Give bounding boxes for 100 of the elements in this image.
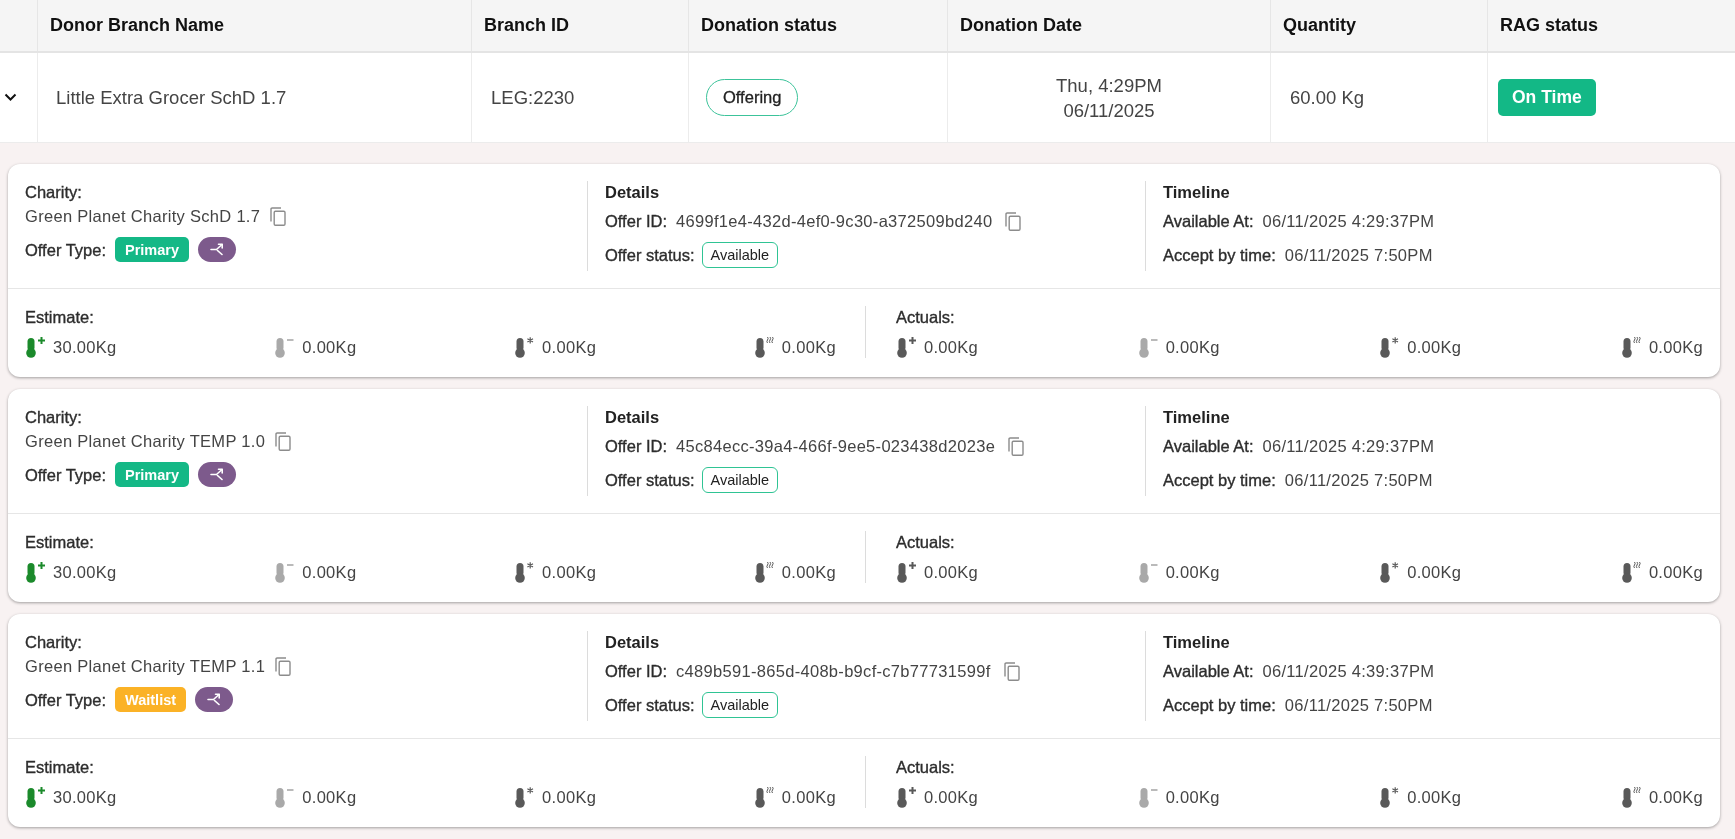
accept-by-value: 06/11/2025 7:50PM <box>1284 695 1433 716</box>
section-title: Timeline <box>1163 632 1230 653</box>
weight-value: 0.00Kg <box>781 562 836 583</box>
offer-id-value: 4699f1e4-432d-4ef0-9c30-a372509bd240 <box>676 211 993 232</box>
weight-value: 0.00Kg <box>1407 337 1462 358</box>
field-label: Available At: <box>1163 436 1254 457</box>
accept-by-value: 06/11/2025 7:50PM <box>1284 245 1433 266</box>
charity-name: Green Planet Charity TEMP 1.0 <box>25 431 266 452</box>
weight-value: 0.00Kg <box>542 337 597 358</box>
copy-button[interactable] <box>1003 661 1020 681</box>
table-cell: LEG:2230 <box>471 53 688 142</box>
section-title: Details <box>605 632 660 653</box>
copy-icon <box>275 656 292 676</box>
column-header: Donor Branch Name <box>37 0 471 51</box>
copy-button[interactable] <box>275 431 292 451</box>
offer-status-badge: Available <box>701 242 779 268</box>
chevron-down-icon[interactable] <box>4 93 17 102</box>
section-label: Actuals: <box>896 307 955 328</box>
donation-date-text: 06/11/2025 <box>1063 98 1155 123</box>
charity-name: Green Planet Charity TEMP 1.1 <box>25 656 266 677</box>
field-label: Offer Type: <box>25 239 107 261</box>
offer-id-value: 45c84ecc-39a4-466f-9ee5-023438d2023e <box>676 436 996 457</box>
table-cell: 60.00 Kg <box>1270 53 1487 142</box>
offer-type-badge: Waitlist <box>115 687 187 712</box>
field-label: Accept by time: <box>1163 695 1276 716</box>
copy-icon <box>275 431 292 451</box>
field-label: Offer status: <box>605 245 695 266</box>
section-label: Estimate: <box>25 757 94 778</box>
split-button[interactable] <box>198 237 237 262</box>
split-button[interactable] <box>198 462 237 487</box>
field-label: Available At: <box>1163 661 1254 682</box>
field-label: Offer ID: <box>605 436 668 457</box>
fork-arrow-icon <box>209 468 225 481</box>
column-header: Donation Date <box>947 0 1270 51</box>
charity-name: Green Planet Charity SchD 1.7 <box>25 206 261 227</box>
available-at-value: 06/11/2025 4:29:37PM <box>1262 211 1435 232</box>
copy-icon <box>1005 211 1022 231</box>
weight-value: 0.00Kg <box>302 337 357 358</box>
column-header: RAG status <box>1487 0 1735 51</box>
copy-button[interactable] <box>270 206 287 226</box>
section-label: Estimate: <box>25 532 94 553</box>
section-title: Timeline <box>1163 182 1230 203</box>
fork-arrow-icon <box>209 243 225 256</box>
weight-value: 0.00Kg <box>542 787 597 808</box>
weight-value: 0.00Kg <box>924 562 979 583</box>
copy-button[interactable] <box>1008 436 1025 456</box>
offer-id-value: c489b591-865d-408b-b9cf-c7b77731599f <box>676 661 991 682</box>
field-label: Accept by time: <box>1163 245 1276 266</box>
field-label: Available At: <box>1163 211 1254 232</box>
weight-value: 0.00Kg <box>1648 337 1703 358</box>
weight-value: 0.00Kg <box>1407 787 1462 808</box>
field-label: Charity: <box>25 632 82 653</box>
offer-type-badge: Primary <box>115 237 190 262</box>
section-label: Estimate: <box>25 307 94 328</box>
available-at-value: 06/11/2025 4:29:37PM <box>1262 436 1435 457</box>
section-title: Timeline <box>1163 407 1230 428</box>
section-label: Actuals: <box>896 757 955 778</box>
accept-by-value: 06/11/2025 7:50PM <box>1284 470 1433 491</box>
field-label: Charity: <box>25 407 82 428</box>
table-cell: Little Extra Grocer SchD 1.7 <box>37 53 471 142</box>
section-title: Details <box>605 407 660 428</box>
weight-value: 0.00Kg <box>302 562 357 583</box>
field-label: Offer Type: <box>25 689 107 711</box>
copy-icon <box>270 206 287 226</box>
weight-value: 0.00Kg <box>924 787 979 808</box>
weight-value: 30.00Kg <box>53 787 117 808</box>
donation-time-text: Thu, 4:29PM <box>1056 73 1162 98</box>
copy-icon <box>1008 436 1025 456</box>
weight-value: 0.00Kg <box>1407 562 1462 583</box>
weight-value: 0.00Kg <box>781 337 836 358</box>
field-label: Offer ID: <box>605 211 668 232</box>
weight-value: 0.00Kg <box>1165 787 1220 808</box>
weight-value: 0.00Kg <box>542 562 597 583</box>
column-header: Branch ID <box>471 0 688 51</box>
fork-arrow-icon <box>206 693 222 706</box>
field-label: Charity: <box>25 182 82 203</box>
field-label: Offer status: <box>605 695 695 716</box>
weight-value: 0.00Kg <box>1165 337 1220 358</box>
copy-button[interactable] <box>275 656 292 676</box>
weight-value: 0.00Kg <box>1648 562 1703 583</box>
weight-value: 30.00Kg <box>53 562 117 583</box>
rag-status-badge: On Time <box>1498 79 1596 116</box>
field-label: Offer Type: <box>25 464 107 486</box>
offer-status-badge: Available <box>701 467 779 493</box>
column-header: Donation status <box>688 0 947 51</box>
section-label: Actuals: <box>896 532 955 553</box>
weight-value: 0.00Kg <box>1648 787 1703 808</box>
offer-status-badge: Available <box>701 692 779 718</box>
weight-value: 0.00Kg <box>302 787 357 808</box>
section-title: Details <box>605 182 660 203</box>
weight-value: 0.00Kg <box>1165 562 1220 583</box>
column-header: Quantity <box>1270 0 1487 51</box>
offer-type-badge: Primary <box>115 462 190 487</box>
copy-icon <box>1003 661 1020 681</box>
split-button[interactable] <box>195 687 234 712</box>
copy-button[interactable] <box>1005 211 1022 231</box>
field-label: Offer status: <box>605 470 695 491</box>
weight-value: 0.00Kg <box>781 787 836 808</box>
field-label: Accept by time: <box>1163 470 1276 491</box>
available-at-value: 06/11/2025 4:39:37PM <box>1262 661 1435 682</box>
